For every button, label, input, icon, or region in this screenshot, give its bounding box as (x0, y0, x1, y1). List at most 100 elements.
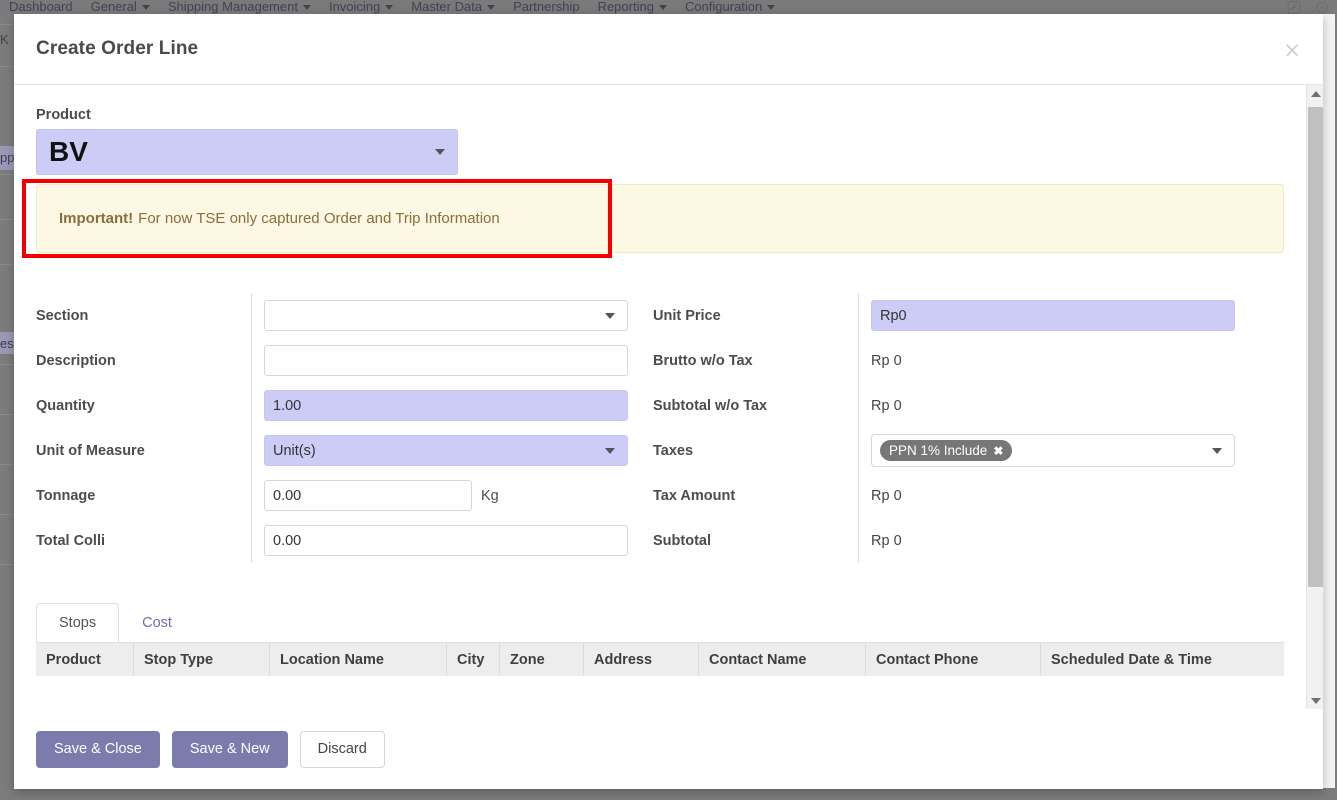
column-header-contact-phone[interactable]: Contact Phone (866, 643, 1041, 676)
save-and-close-button[interactable]: Save & Close (36, 730, 160, 769)
quantity-row: 1.00 (264, 383, 631, 428)
chevron-down-icon (385, 4, 394, 10)
tax-tag-label: PPN 1% Include (889, 443, 988, 458)
column-header-product[interactable]: Product (36, 643, 134, 676)
menu-item-invoicing[interactable]: Invoicing (320, 0, 402, 14)
alert-strong-label: Important! (59, 210, 134, 227)
menu-item-label: Master Data (411, 0, 483, 14)
scroll-up-arrow-icon[interactable] (1307, 85, 1323, 102)
subtotal-value: Rp 0 (871, 532, 902, 549)
menu-item-reporting[interactable]: Reporting (589, 0, 676, 14)
column-header-city[interactable]: City (447, 643, 500, 676)
background-text-fragment: K (0, 32, 9, 47)
total-colli-row: 0.00 (264, 518, 631, 563)
right-labels: Unit Price Brutto w/o Tax Subtotal w/o T… (653, 293, 858, 563)
modal-body: Product BV Important! For now TSE only c… (14, 85, 1323, 709)
unit-of-measure-value: Unit(s) (273, 442, 316, 459)
subtotal-wo-tax-row: Rp 0 (871, 383, 1238, 428)
product-select[interactable]: BV (36, 129, 458, 175)
close-icon[interactable]: × (1283, 40, 1301, 61)
menu-item-dashboard[interactable]: Dashboard (0, 0, 82, 14)
chevron-down-icon (605, 447, 615, 454)
edit-pencil-icon[interactable] (1287, 0, 1301, 14)
product-label: Product (36, 107, 91, 123)
quantity-input[interactable]: 1.00 (264, 390, 628, 421)
menu-bar-right-icons (1287, 0, 1337, 14)
scrollbar-thumb[interactable] (1308, 107, 1323, 587)
right-inputs: Rp0 Rp 0 Rp 0 PPN 1% Include ✖ Rp 0 Rp 0 (858, 293, 1238, 563)
alert-wrapper: Important! For now TSE only captured Ord… (22, 179, 1284, 258)
background-page-left-edge: K pp es (0, 14, 14, 800)
unit-price-value: Rp0 (880, 307, 907, 324)
menu-item-label: Shipping Management (167, 0, 298, 14)
menu-item-master-data[interactable]: Master Data (402, 0, 504, 14)
label-subtotal: Subtotal (653, 532, 711, 549)
menu-item-general[interactable]: General (82, 0, 159, 14)
tab-stops[interactable]: Stops (36, 603, 120, 642)
unit-price-row: Rp0 (871, 293, 1238, 338)
create-order-line-modal: Create Order Line × Product BV Important… (14, 14, 1323, 789)
important-alert-banner: Important! For now TSE only captured Ord… (36, 184, 1284, 253)
discard-button[interactable]: Discard (299, 730, 385, 769)
column-header-scheduled-date-time[interactable]: Scheduled Date & Time (1041, 643, 1284, 676)
tonnage-value: 0.00 (273, 487, 302, 504)
column-header-location-name[interactable]: Location Name (270, 643, 447, 676)
top-menu-bar: Dashboard General Shipping Management In… (0, 0, 1337, 14)
chevron-down-icon (487, 4, 496, 10)
label-brutto-wo-tax: Brutto w/o Tax (653, 352, 753, 369)
quantity-value: 1.00 (273, 397, 302, 414)
label-description: Description (36, 352, 116, 369)
menu-item-label: Configuration (684, 0, 763, 14)
unit-of-measure-row: Unit(s) (264, 428, 631, 473)
modal-scroll-content: Product BV Important! For now TSE only c… (14, 85, 1306, 709)
tonnage-unit-suffix: Kg (481, 487, 499, 504)
tabs-area: Stops Cost Product Stop Type Location Na… (36, 603, 1284, 676)
label-subtotal-wo-tax: Subtotal w/o Tax (653, 397, 768, 414)
brutto-wo-tax-value: Rp 0 (871, 352, 902, 369)
tab-cost[interactable]: Cost (119, 603, 195, 642)
tax-tag[interactable]: PPN 1% Include ✖ (880, 440, 1013, 461)
chevron-down-icon (141, 4, 150, 10)
left-inputs: 1.00 Unit(s) 0.00 Kg 0.00 (251, 293, 631, 563)
tax-amount-row: Rp 0 (871, 473, 1238, 518)
column-header-address[interactable]: Address (584, 643, 699, 676)
form-left-column: Section Description Quantity Unit of Mea… (36, 293, 631, 563)
chevron-down-icon (767, 4, 776, 10)
order-line-form: Section Description Quantity Unit of Mea… (36, 293, 1284, 563)
chevron-down-icon (302, 4, 311, 10)
section-select[interactable] (264, 300, 628, 331)
modal-footer: Save & Close Save & New Discard (14, 709, 1323, 789)
left-labels: Section Description Quantity Unit of Mea… (36, 293, 251, 563)
column-header-contact-name[interactable]: Contact Name (699, 643, 866, 676)
stops-table: Product Stop Type Location Name City Zon… (36, 642, 1284, 676)
menu-item-label: Reporting (597, 0, 654, 14)
column-header-zone[interactable]: Zone (500, 643, 584, 676)
menu-item-configuration[interactable]: Configuration (676, 0, 784, 14)
section-row (264, 293, 631, 338)
menu-item-shipping-management[interactable]: Shipping Management (159, 0, 320, 14)
scroll-down-arrow-icon[interactable] (1307, 692, 1323, 709)
alert-message: For now TSE only captured Order and Trip… (138, 210, 500, 227)
table-header-row: Product Stop Type Location Name City Zon… (36, 643, 1284, 676)
taxes-select[interactable]: PPN 1% Include ✖ (871, 434, 1235, 467)
menu-item-partnership[interactable]: Partnership (504, 0, 588, 14)
label-tax-amount: Tax Amount (653, 487, 736, 504)
remove-tag-icon[interactable]: ✖ (993, 444, 1003, 458)
background-page-bottom-edge (0, 788, 1337, 800)
unit-of-measure-select[interactable]: Unit(s) (264, 435, 628, 466)
total-colli-input[interactable]: 0.00 (264, 525, 628, 556)
save-and-new-button[interactable]: Save & New (171, 730, 288, 769)
tax-amount-value: Rp 0 (871, 487, 902, 504)
chevron-down-icon (605, 312, 615, 319)
unit-price-input[interactable]: Rp0 (871, 300, 1235, 331)
description-input[interactable] (264, 345, 628, 376)
page-title: Create Order Line (36, 38, 199, 59)
label-quantity: Quantity (36, 397, 95, 414)
label-tonnage: Tonnage (36, 487, 96, 504)
description-row (264, 338, 631, 383)
column-header-stop-type[interactable]: Stop Type (134, 643, 270, 676)
modal-vertical-scrollbar[interactable] (1306, 85, 1323, 709)
modal-header: Create Order Line × (14, 14, 1323, 85)
tonnage-input[interactable]: 0.00 (264, 480, 472, 511)
clock-icon[interactable] (1315, 1, 1329, 14)
